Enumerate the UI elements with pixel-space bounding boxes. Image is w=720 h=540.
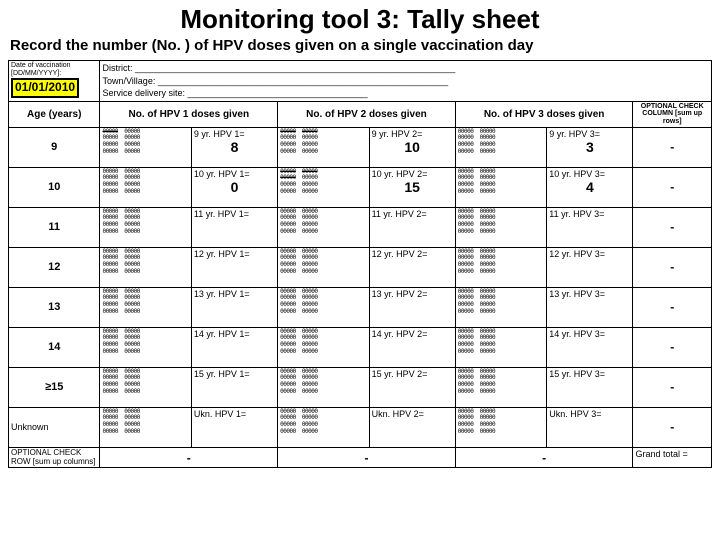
tally-cell: 00000 0000000000 0000000000 0000000000 0… [455,167,546,207]
date-cell: Date of vaccination [DD/MM/YYYY]: 01/01/… [9,61,100,102]
town-label: Town/Village: __________________________… [102,76,448,86]
page-title: Monitoring tool 3: Tally sheet [0,0,720,37]
tally-cell: 00000 0000000000 0000000000 0000000000 0… [278,407,369,447]
tally-cell: 00000 0000000000 0000000000 0000000000 0… [455,247,546,287]
row-sum-cell: - [633,167,712,207]
result-cell: 12 yr. HPV 3= [547,247,633,287]
result-cell: 12 yr. HPV 1= [191,247,277,287]
result-cell: 13 yr. HPV 3= [547,287,633,327]
sum-col3: - [455,447,633,468]
age-cell: Unknown [9,407,100,447]
tally-cell: 00000 0000000000 0000000000 0000000000 0… [278,327,369,367]
tally-cell: 00000 0000000000 0000000000 0000000000 0… [100,167,191,207]
tally-cell: 00000 0000000000 0000000000 0000000000 0… [100,247,191,287]
age-cell: 10 [9,167,100,207]
optional-col-header: OPTIONAL CHECK COLUMN [sum up rows] [633,101,712,127]
dose2-header: No. of HPV 2 doses given [278,101,456,127]
tally-cell: 00000 0000000000 0000000000 0000000000 0… [455,327,546,367]
age-cell: ≥15 [9,367,100,407]
row-sum-cell: - [633,247,712,287]
row-sum-cell: - [633,287,712,327]
tally-table: Date of vaccination [DD/MM/YYYY]: 01/01/… [8,60,712,468]
tally-cell: 00000 0000000000 0000000000 0000000000 0… [100,127,191,167]
location-cell: District: ______________________________… [100,61,712,102]
result-cell: 13 yr. HPV 2= [369,287,455,327]
tally-cell: 00000 0000000000 0000000000 0000000000 0… [278,207,369,247]
result-cell: 11 yr. HPV 2= [369,207,455,247]
result-cell: 9 yr. HPV 1=8 [191,127,277,167]
result-cell: 10 yr. HPV 3=4 [547,167,633,207]
tally-cell: 00000 0000000000 0000000000 0000000000 0… [455,287,546,327]
tally-cell: 00000 0000000000 0000000000 0000000000 0… [455,207,546,247]
tally-cell: 00000 0000000000 0000000000 0000000000 0… [100,207,191,247]
result-cell: 12 yr. HPV 2= [369,247,455,287]
age-cell: 11 [9,207,100,247]
result-cell: 13 yr. HPV 1= [191,287,277,327]
sum-col1: - [100,447,278,468]
date-value: 01/01/2010 [11,78,79,97]
result-cell: Ukn. HPV 2= [369,407,455,447]
tally-cell: 00000 0000000000 0000000000 0000000000 0… [100,367,191,407]
row-sum-cell: - [633,367,712,407]
tally-cell: 00000 0000000000 0000000000 0000000000 0… [278,127,369,167]
tally-cell: 00000 0000000000 0000000000 0000000000 0… [100,327,191,367]
tally-cell: 00000 0000000000 0000000000 0000000000 0… [278,287,369,327]
result-cell: 15 yr. HPV 2= [369,367,455,407]
tally-cell: 00000 0000000000 0000000000 0000000000 0… [100,287,191,327]
result-cell: 9 yr. HPV 3=3 [547,127,633,167]
row-sum-cell: - [633,327,712,367]
dose1-header: No. of HPV 1 doses given [100,101,278,127]
service-label: Service delivery site: _________________… [102,88,367,98]
result-cell: 14 yr. HPV 3= [547,327,633,367]
row-sum-cell: - [633,407,712,447]
row-sum-cell: - [633,207,712,247]
age-header: Age (years) [9,101,100,127]
district-label: District: ______________________________… [102,63,455,73]
result-cell: 10 yr. HPV 2=15 [369,167,455,207]
result-cell: 14 yr. HPV 1= [191,327,277,367]
page-subtitle: Record the number (No. ) of HPV doses gi… [0,37,720,60]
age-cell: 12 [9,247,100,287]
optional-row-header: OPTIONAL CHECK ROW [sum up columns] [9,447,100,468]
date-label: Date of vaccination [DD/MM/YYYY]: [11,62,71,77]
result-cell: 14 yr. HPV 2= [369,327,455,367]
tally-cell: 00000 0000000000 0000000000 0000000000 0… [278,367,369,407]
result-cell: 11 yr. HPV 1= [191,207,277,247]
age-cell: 13 [9,287,100,327]
tally-cell: 00000 0000000000 0000000000 0000000000 0… [455,367,546,407]
tally-cell: 00000 0000000000 0000000000 0000000000 0… [100,407,191,447]
tally-cell: 00000 0000000000 0000000000 0000000000 0… [278,167,369,207]
result-cell: 10 yr. HPV 1=0 [191,167,277,207]
result-cell: 15 yr. HPV 3= [547,367,633,407]
result-cell: 11 yr. HPV 3= [547,207,633,247]
sum-col2: - [278,447,456,468]
age-cell: 9 [9,127,100,167]
dose3-header: No. of HPV 3 doses given [455,101,633,127]
result-cell: 15 yr. HPV 1= [191,367,277,407]
result-cell: Ukn. HPV 1= [191,407,277,447]
age-cell: 14 [9,327,100,367]
row-sum-cell: - [633,127,712,167]
result-cell: Ukn. HPV 3= [547,407,633,447]
result-cell: 9 yr. HPV 2=10 [369,127,455,167]
tally-cell: 00000 0000000000 0000000000 0000000000 0… [455,127,546,167]
grand-total-cell: Grand total = [633,447,712,468]
tally-cell: 00000 0000000000 0000000000 0000000000 0… [455,407,546,447]
tally-cell: 00000 0000000000 0000000000 0000000000 0… [278,247,369,287]
